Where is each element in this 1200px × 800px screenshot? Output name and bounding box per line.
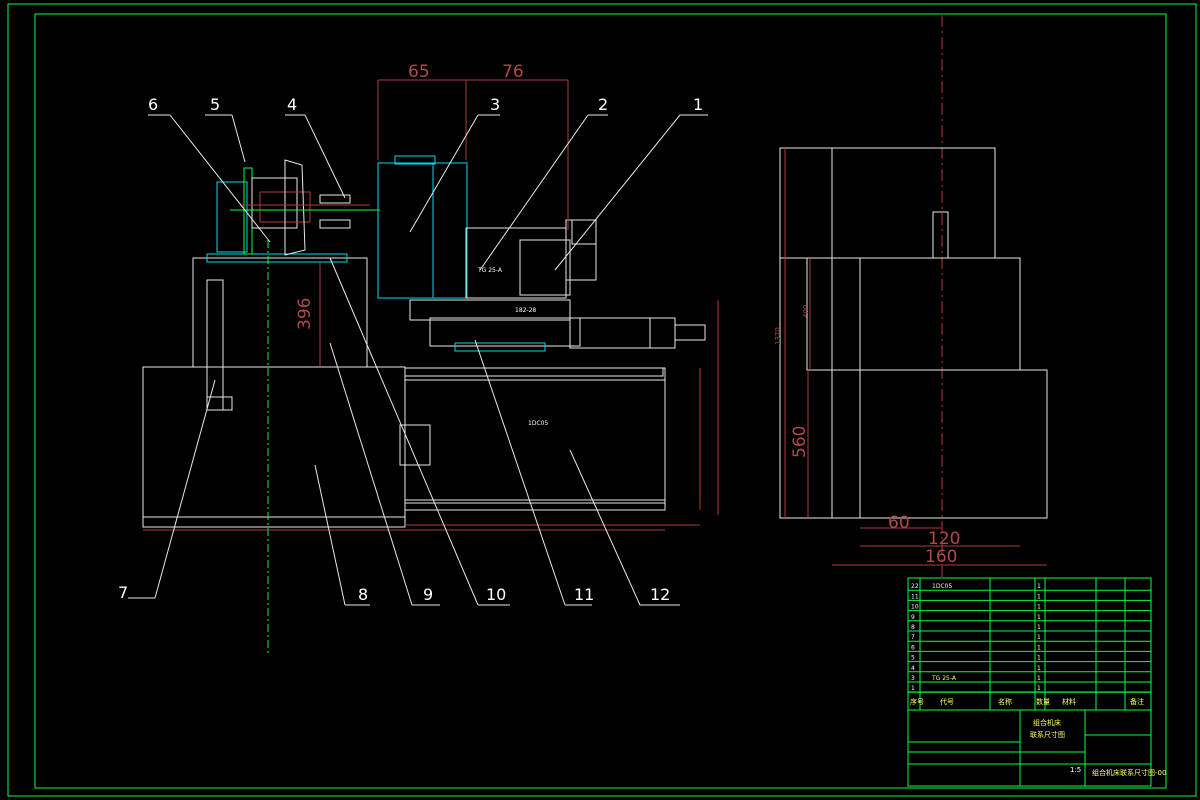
bom-cell-no: 6 [911,644,915,651]
bom-cell-qty: 1 [1037,634,1041,641]
dim-400: 400 [802,305,810,318]
front-view [142,79,719,655]
part-label-2: 2 [598,95,608,114]
bom-cell-qty: 1 [1037,665,1041,672]
dim-560: 560 [790,426,810,458]
side-view [779,15,1048,580]
bom-cell-qty: 1 [1037,593,1041,600]
annotation-small-a: 182-28 [515,307,536,314]
label-leaders [128,114,708,606]
part-label-8: 8 [358,585,368,604]
dim-65: 65 [408,62,430,82]
bom-cell-code: 1DC05 [932,583,952,590]
bom-cell-no: 11 [911,593,919,600]
bom-cell-qty: 1 [1037,655,1041,662]
bom-cell-qty: 1 [1037,624,1041,631]
dim-1370: 1370 [774,327,782,345]
scale: 1:5 [1070,766,1081,774]
part-label-5: 5 [210,95,220,114]
dim-120: 120 [928,529,960,549]
bom-cell-no: 1 [911,685,915,692]
bom-cell-no: 3 [911,675,915,682]
dim-396: 396 [295,298,315,330]
bom-cell-qty: 1 [1037,644,1041,651]
bom-cell-qty: 1 [1037,583,1041,590]
bom-header-name: 名称 [998,697,1012,706]
bom-header-qty: 数量 [1036,697,1050,706]
bom-cell-qty: 1 [1037,614,1041,621]
bom-header: 序号 代号 名称 数量 材料 备注 [908,691,1151,706]
title-a: 组合机床 [1033,718,1061,727]
dim-160: 160 [925,547,957,567]
bom-rows: 22 1DC05 111 110 19 18 17 16 15 14 13 TG 25-A 11 1 [908,583,1151,693]
part-label-1: 1 [693,95,703,114]
part-label-12: 12 [650,585,670,604]
title-b: 联系尺寸图 [1030,730,1065,739]
dim-60: 60 [888,513,910,533]
bom-cell-qty: 1 [1037,604,1041,611]
bom-header-material: 材料 [1062,697,1076,706]
annotation-model-a: TG 25-A [477,267,503,274]
part-label-6: 6 [148,95,158,114]
part-label-3: 3 [490,95,500,114]
outer-border [7,3,1197,797]
annotation-model-b: 1DC05 [528,420,548,427]
part-label-9: 9 [423,585,433,604]
bom-cell-no: 8 [911,624,915,631]
bom-cell-no: 4 [911,665,915,672]
bom-header-seq: 序号 [910,697,924,706]
bom-cell-no: 5 [911,655,915,662]
bom-cell-no: 7 [911,634,915,641]
drawing-canvas[interactable]: 65 76 396 1 2 3 4 5 6 7 8 9 10 11 12 TG … [0,0,1200,800]
dim-76: 76 [502,62,524,82]
bom-cell-code: TG 25-A [931,675,957,682]
bom-table [907,577,1152,711]
bom-cell-no: 22 [911,583,919,590]
drawing-no: 组合机床联系尺寸图-00 [1092,768,1166,777]
bom-header-code: 代号 [940,697,954,706]
bom-cell-qty: 1 [1037,685,1041,692]
cad-drawing-viewport[interactable]: 65 76 396 1 2 3 4 5 6 7 8 9 10 11 12 TG … [0,0,1200,800]
part-label-10: 10 [486,585,506,604]
bom-header-remark: 备注 [1130,697,1144,706]
part-label-4: 4 [287,95,297,114]
bom-cell-qty: 1 [1037,675,1041,682]
bom-cell-no: 9 [911,614,915,621]
bom-cell-no: 10 [911,604,919,611]
part-label-7: 7 [118,583,128,602]
part-label-11: 11 [574,585,594,604]
